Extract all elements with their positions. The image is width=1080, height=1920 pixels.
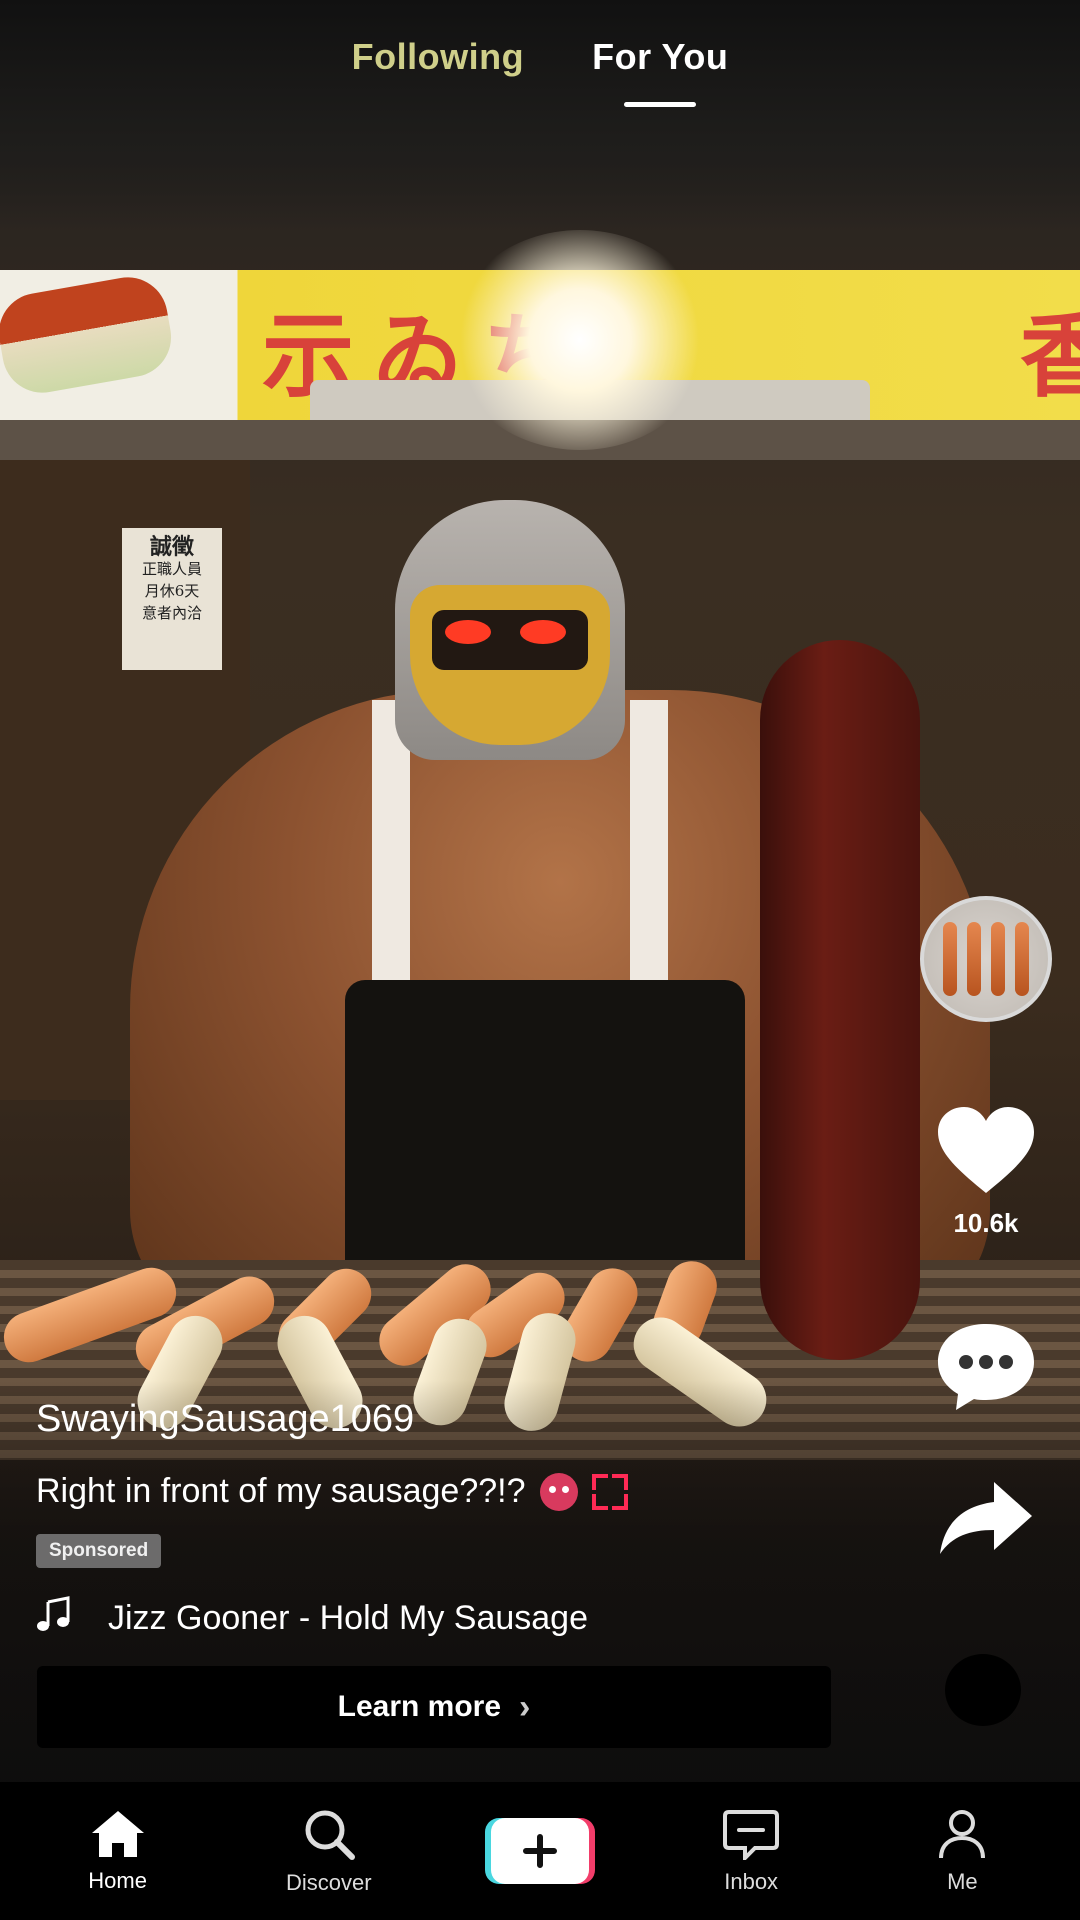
nav-discover[interactable]: Discover [249,1807,409,1896]
like-button[interactable]: 10.6k [920,1105,1052,1239]
tab-following[interactable]: Following [352,36,524,126]
sound-title: Jizz Gooner - Hold My Sausage [108,1599,588,1637]
home-icon [90,1809,146,1864]
sound-row[interactable]: Jizz Gooner - Hold My Sausage [36,1596,588,1641]
like-count: 10.6k [953,1208,1019,1238]
tab-for-you[interactable]: For You [592,36,728,126]
learn-more-button[interactable]: Learn more › [37,1666,831,1748]
lamp-glow [450,230,710,450]
hiring-notice: 誠徵 正職人員 月休6天 意者內洽 [122,528,222,670]
music-note-icon [36,1596,72,1641]
disc-thumbnail-sausage [991,922,1005,996]
notice-line: 意者內洽 [141,604,202,622]
video-player[interactable]: 示 ゐ ち 香 誠徵 正職人員 月休6天 意者內洽 [0,0,1080,1782]
feed-tabs: Following For You [0,36,1080,126]
inbox-icon [723,1808,780,1865]
sign-character: 香 [1020,302,1080,410]
nav-inbox-label: Inbox [724,1868,779,1894]
notice-line: 月休6天 [144,582,200,600]
create-button[interactable] [484,1818,595,1884]
nav-me[interactable]: Me [882,1808,1042,1895]
chevron-right-icon: › [519,1687,531,1726]
apron [345,980,745,1280]
caption-text: Right in front of my sausage??!? [36,1472,526,1510]
glowing-eye [445,620,491,644]
angry-face-emoji-icon [539,1472,578,1511]
heart-icon [934,1105,1038,1202]
nav-discover-label: Discover [285,1869,372,1895]
search-icon [302,1807,356,1866]
notice-line: 正職人員 [141,560,202,578]
comment-button[interactable] [920,1320,1052,1417]
learn-more-label: Learn more [337,1690,502,1723]
profile-icon [937,1808,987,1865]
share-arrow-icon [936,1478,1036,1563]
share-button[interactable] [920,1478,1052,1563]
profile-avatar-dot[interactable] [945,1654,1021,1726]
disc-thumbnail-sausage [1015,922,1029,996]
sound-disc-button[interactable] [920,896,1052,1022]
nav-me-label: Me [947,1868,978,1894]
notice-line: 誠徵 [149,534,194,560]
bottom-navigation: Home Discover Inbox Me [0,1782,1080,1920]
sausage-on-stick [760,640,920,1360]
disc-thumbnail-sausage [943,922,957,996]
apron-strap [630,700,668,1000]
anger-symbol-emoji-icon [591,1473,628,1510]
plus-icon [490,1818,589,1884]
glowing-eye [520,620,566,644]
nav-create[interactable] [460,1818,620,1884]
sponsored-badge: Sponsored [36,1534,162,1568]
post-username[interactable]: SwayingSausage1069 [36,1398,414,1441]
active-tab-indicator [624,102,697,107]
post-caption: Right in front of my sausage??!? [36,1472,628,1511]
comment-icon [934,1320,1038,1417]
tab-for-you-label: For You [592,36,729,77]
nav-home-label: Home [88,1867,147,1893]
disc-thumbnail-sausage [967,922,981,996]
nav-home[interactable]: Home [38,1809,198,1894]
nav-inbox[interactable]: Inbox [671,1808,831,1895]
